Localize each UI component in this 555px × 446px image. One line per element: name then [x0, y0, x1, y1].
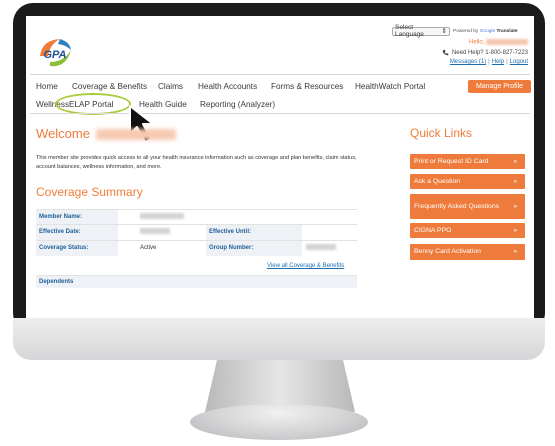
phone-icon — [442, 49, 449, 56]
double-arrow-icon: » — [513, 203, 517, 210]
quick-link-label: Ask a Question — [414, 177, 461, 185]
monitor-chin — [13, 318, 545, 360]
table-row: Member Name: — [36, 209, 357, 225]
logo-text: GPA — [43, 49, 66, 61]
monitor-stand-base — [190, 404, 368, 440]
quick-link-faq[interactable]: Frequently Asked Questions » — [410, 194, 525, 219]
quick-links-title: Quick Links — [410, 126, 473, 140]
double-arrow-icon: » — [513, 227, 517, 234]
language-bar: Select Language ⇕ Powered by Google Tran… — [392, 24, 518, 38]
manage-profile-button[interactable]: Manage Profile — [468, 80, 531, 93]
google-label: Google — [479, 28, 496, 34]
nav-divider-bottom — [30, 113, 530, 114]
logout-link[interactable]: Logout — [510, 59, 528, 65]
table-row: Coverage Status: Active Group Number: — [36, 240, 357, 256]
redacted-value — [140, 228, 170, 235]
quick-link-label: Benny Card Activation — [414, 248, 481, 255]
member-name-value — [136, 210, 216, 225]
nav-coverage-benefits[interactable]: Coverage & Benefits — [72, 82, 147, 91]
effective-date-value — [136, 225, 206, 240]
redacted-user-name — [486, 39, 528, 45]
quick-link-label: Frequently Asked Questions — [414, 202, 500, 210]
group-number-label: Group Number: — [206, 241, 302, 256]
language-select-label: Select Language — [395, 24, 424, 38]
messages-link[interactable]: Messages (1) — [450, 59, 486, 65]
effective-until-label: Effective Until: — [206, 225, 302, 240]
quick-link-cigna-ppo[interactable]: CIGNA PPO » — [410, 223, 525, 238]
quick-link-print-id-card[interactable]: Print or Request ID Card » — [410, 154, 525, 169]
translate-label: Translate — [496, 28, 518, 34]
quick-link-benny-card[interactable]: Benny Card Activation » — [410, 244, 525, 260]
table-row: Effective Date: Effective Until: — [36, 224, 357, 240]
member-name-label: Member Name: — [36, 210, 118, 225]
quick-link-ask-question[interactable]: Ask a Question » — [410, 174, 525, 189]
group-number-value — [302, 241, 357, 256]
coverage-status-value: Active — [140, 245, 157, 251]
nav-reporting-analyzer[interactable]: Reporting (Analyzer) — [200, 100, 275, 109]
greeting: Hello, — [469, 39, 528, 46]
nav-health-accounts[interactable]: Health Accounts — [198, 82, 257, 91]
double-arrow-icon: » — [513, 249, 517, 255]
gpa-logo[interactable]: GPA — [36, 36, 74, 70]
coverage-summary-title: Coverage Summary — [36, 185, 143, 199]
nav-healthwatch-portal[interactable]: HealthWatch Portal — [355, 82, 425, 91]
help-phone-text: Need Help? 1-800-827-7223 — [451, 49, 528, 56]
nav-divider-top — [30, 74, 530, 75]
screen: GPA Select Language ⇕ Powered by Google … — [26, 16, 534, 318]
nav-home[interactable]: Home — [36, 82, 58, 91]
redacted-member-name — [95, 129, 176, 141]
nav-claims[interactable]: Claims — [158, 82, 183, 91]
greeting-label: Hello, — [468, 39, 485, 46]
help-phone: Need Help? 1-800-827-7223 — [442, 49, 528, 56]
redacted-value — [140, 213, 184, 220]
powered-by-google: Powered by Google Translate — [453, 29, 518, 34]
double-arrow-icon: » — [513, 158, 517, 165]
nav-forms-resources[interactable]: Forms & Resources — [271, 82, 343, 91]
redacted-value — [306, 244, 336, 251]
welcome-heading: Welcome — [36, 126, 176, 141]
intro-text: This member site provides quick access t… — [36, 155, 357, 170]
dependents-header[interactable]: Dependents — [36, 275, 357, 288]
view-all-coverage-link[interactable]: View all Coverage & Benefits — [267, 263, 344, 269]
language-select[interactable]: Select Language ⇕ — [392, 24, 450, 38]
double-arrow-icon: » — [513, 178, 517, 185]
coverage-status-label: Coverage Status: — [36, 241, 118, 256]
effective-date-label: Effective Date: — [36, 225, 118, 240]
help-link[interactable]: Help — [492, 59, 504, 65]
select-arrows-icon: ⇕ — [441, 28, 447, 35]
quick-link-label: CIGNA PPO — [414, 226, 452, 234]
account-links: Messages (1) | Help | Logout — [449, 59, 528, 65]
welcome-label: Welcome — [36, 126, 90, 141]
powered-by-label: Powered by — [453, 28, 479, 34]
elap-portal-highlight-circle — [55, 93, 131, 115]
quick-link-label: Print or Request ID Card — [414, 157, 489, 165]
